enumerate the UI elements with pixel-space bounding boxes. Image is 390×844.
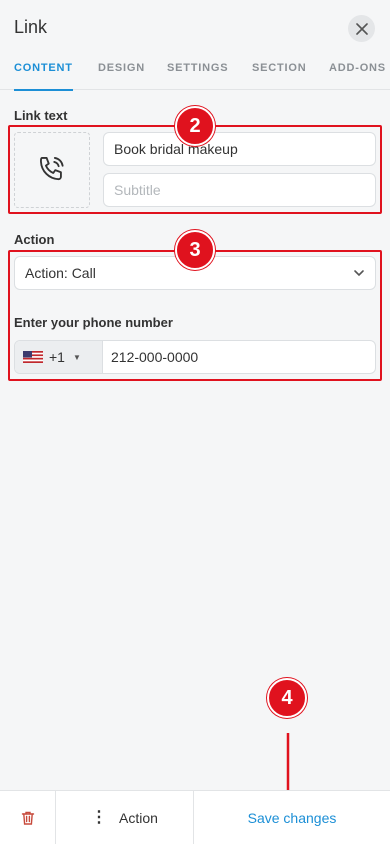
annotation-badge-4: 4 bbox=[267, 678, 307, 718]
annotation-badge-3: 3 bbox=[175, 230, 215, 270]
phone-number-input[interactable]: 212-000-0000 bbox=[111, 349, 198, 365]
tab-section[interactable]: SECTION bbox=[252, 62, 307, 90]
tab-content[interactable]: CONTENT bbox=[14, 62, 73, 91]
phone-ringing-icon bbox=[40, 157, 64, 181]
panel-header: Link CONTENT DESIGN SETTINGS SECTION ADD… bbox=[0, 0, 390, 91]
action-select-value: Action: Call bbox=[25, 265, 96, 281]
caret-down-icon: ▼ bbox=[72, 352, 81, 362]
icon-picker[interactable] bbox=[14, 132, 90, 208]
action-label: Action bbox=[14, 232, 55, 247]
us-flag-icon bbox=[23, 351, 43, 363]
delete-button[interactable] bbox=[0, 791, 56, 844]
country-code-select[interactable]: +1 ▼ bbox=[15, 341, 103, 373]
phone-label: Enter your phone number bbox=[14, 315, 173, 330]
action-menu-label: Action bbox=[119, 810, 158, 826]
country-code: +1 bbox=[49, 349, 65, 365]
close-button[interactable] bbox=[348, 15, 375, 42]
more-vertical-icon: ⋮ bbox=[91, 809, 108, 826]
tab-bar: CONTENT DESIGN SETTINGS SECTION ADD-ONS bbox=[0, 62, 390, 91]
panel-footer: ⋮ Action Save changes bbox=[0, 790, 390, 844]
panel-title: Link bbox=[14, 17, 48, 37]
tab-design[interactable]: DESIGN bbox=[98, 62, 145, 90]
trash-icon bbox=[21, 811, 34, 825]
save-changes-button[interactable]: Save changes bbox=[194, 791, 390, 844]
link-text-label: Link text bbox=[14, 108, 68, 123]
tab-settings[interactable]: SETTINGS bbox=[167, 62, 228, 90]
close-icon bbox=[355, 22, 368, 35]
link-title-input[interactable]: Book bridal makeup bbox=[103, 132, 376, 166]
annotation-badge-2: 2 bbox=[175, 106, 215, 146]
link-subtitle-input[interactable]: Subtitle bbox=[103, 173, 376, 207]
action-menu-button[interactable]: ⋮ Action bbox=[56, 791, 194, 844]
chevron-down-icon bbox=[354, 270, 364, 277]
tab-add-ons[interactable]: ADD-ONS bbox=[329, 62, 386, 90]
phone-field: +1 ▼ 212-000-0000 bbox=[14, 340, 376, 374]
